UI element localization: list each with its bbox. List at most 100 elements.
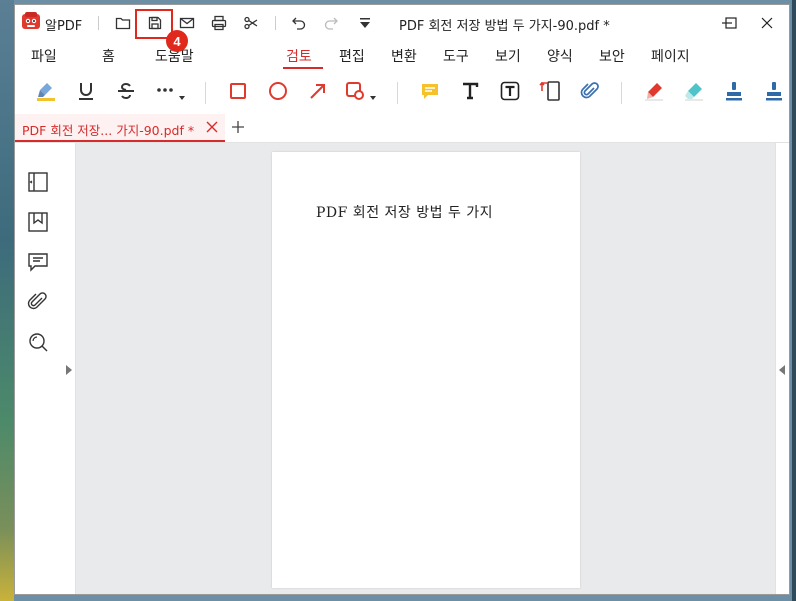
textbox-icon — [500, 81, 520, 101]
right-panel-collapse-handle[interactable] — [775, 143, 789, 594]
open-folder-button[interactable] — [111, 11, 135, 35]
paperclip-icon — [27, 292, 47, 310]
scissors-button[interactable] — [239, 11, 263, 35]
underline-tool-button[interactable] — [71, 76, 101, 106]
step-number-badge: 4 — [166, 30, 188, 52]
pencil-icon — [645, 83, 663, 101]
stamp-icon — [766, 82, 782, 101]
paperclip-icon — [580, 82, 599, 99]
comment-icon — [28, 253, 48, 272]
active-menu-indicator — [283, 67, 323, 69]
ribbon-separator — [621, 82, 622, 104]
menu-view[interactable]: 보기 — [495, 46, 521, 66]
more-icon — [157, 88, 185, 100]
desktop-background — [0, 0, 14, 601]
attach-file-tool-button[interactable] — [575, 76, 605, 106]
left-sidebar — [15, 143, 64, 594]
eraser-icon — [685, 83, 703, 101]
printer-icon — [211, 15, 227, 31]
review-ribbon — [15, 70, 789, 115]
menu-form[interactable]: 양식 — [547, 46, 573, 66]
close-window-button[interactable] — [745, 5, 789, 40]
app-name: 알PDF — [45, 19, 83, 34]
ribbon-separator — [397, 82, 398, 104]
highlighter-icon — [37, 83, 55, 101]
menu-page[interactable]: 페이지 — [651, 46, 690, 66]
document-tab[interactable]: PDF 회전 저장... 가지-90.pdf * — [15, 114, 225, 142]
mail-icon — [179, 17, 195, 29]
text-icon — [463, 82, 479, 100]
redo-button[interactable] — [319, 11, 343, 35]
dropdown-arrow-icon — [360, 18, 370, 28]
more-tools-button[interactable] — [153, 76, 189, 106]
menu-tools[interactable]: 도구 — [443, 46, 469, 66]
undo-icon — [292, 17, 306, 30]
menu-review[interactable]: 검토 — [286, 46, 312, 66]
ribbon-separator — [205, 82, 206, 104]
left-panel-collapse-handle[interactable] — [63, 143, 76, 594]
shapes-tool-button[interactable] — [343, 76, 381, 106]
callout-tool-button[interactable] — [535, 76, 565, 106]
attachments-panel-button[interactable] — [26, 290, 50, 314]
expand-left-icon — [779, 365, 785, 375]
stamp-dropdown-button[interactable] — [759, 76, 789, 106]
redo-icon — [324, 17, 338, 30]
title-separator — [275, 16, 276, 30]
undo-button[interactable] — [287, 11, 311, 35]
menu-bar: 파일 홈 도움말 검토 편집 변환 도구 보기 양식 보안 페이지 — [15, 40, 789, 70]
strikethrough-tool-button[interactable] — [111, 76, 141, 106]
comments-panel-button[interactable] — [26, 250, 50, 274]
search-icon — [29, 333, 48, 352]
document-canvas[interactable]: PDF 회전 저장 방법 두 가지 — [76, 143, 775, 594]
document-tab-label: PDF 회전 저장... 가지-90.pdf * — [22, 123, 195, 138]
sticky-note-icon — [422, 84, 438, 99]
title-separator — [98, 16, 99, 30]
search-panel-button[interactable] — [26, 330, 50, 354]
title-bar: 알PDF 4 PDF 회전 저장 방법 두 가지-90.pdf * — [15, 5, 789, 52]
thumbnails-panel-button[interactable] — [26, 170, 50, 194]
stamp-icon — [726, 82, 742, 101]
strikethrough-icon — [118, 82, 134, 100]
pdf-page: PDF 회전 저장 방법 두 가지 — [272, 152, 580, 588]
menu-security[interactable]: 보안 — [599, 46, 625, 66]
page-heading-text: PDF 회전 저장 방법 두 가지 — [316, 205, 494, 221]
shapes-icon — [346, 82, 376, 100]
circle-icon — [269, 82, 287, 100]
plus-icon — [232, 121, 244, 133]
rectangle-tool-button[interactable] — [223, 76, 253, 106]
close-icon — [761, 17, 773, 28]
note-tool-button[interactable] — [415, 76, 445, 106]
arrow-icon — [310, 84, 325, 99]
pencil-tool-button[interactable] — [639, 76, 669, 106]
underline-icon — [79, 83, 93, 100]
maximize-icon — [725, 16, 737, 29]
circle-tool-button[interactable] — [263, 76, 293, 106]
close-tab-icon[interactable] — [205, 120, 219, 134]
expand-right-icon — [66, 365, 72, 375]
document-tab-strip: PDF 회전 저장... 가지-90.pdf * — [15, 114, 789, 143]
scissors-icon — [244, 16, 258, 30]
desktop-background-right — [792, 0, 796, 601]
textbox-tool-button[interactable] — [495, 76, 525, 106]
menu-convert[interactable]: 변환 — [391, 46, 417, 66]
arrow-tool-button[interactable] — [303, 76, 333, 106]
bookmark-icon — [28, 212, 48, 232]
quick-access-dropdown[interactable] — [353, 11, 377, 35]
folder-icon — [115, 17, 131, 30]
stamp-tool-button[interactable] — [719, 76, 749, 106]
menu-edit[interactable]: 편집 — [339, 46, 365, 66]
new-tab-button[interactable] — [229, 118, 247, 136]
menu-home[interactable]: 홈 — [102, 46, 115, 66]
text-tool-button[interactable] — [455, 76, 485, 106]
eraser-tool-button[interactable] — [679, 76, 709, 106]
bookmarks-panel-button[interactable] — [26, 210, 50, 234]
callout-icon — [539, 81, 560, 101]
panel-toggle-icon — [28, 172, 48, 192]
app-logo-icon — [21, 11, 41, 31]
app-window: 알PDF 4 PDF 회전 저장 방법 두 가지-90.pdf * 파일 홈 도… — [14, 4, 790, 595]
rectangle-icon — [230, 83, 246, 99]
menu-file[interactable]: 파일 — [31, 46, 57, 66]
window-title: PDF 회전 저장 방법 두 가지-90.pdf * — [399, 19, 610, 34]
highlight-tool-button[interactable] — [31, 76, 61, 106]
print-button[interactable] — [207, 11, 231, 35]
